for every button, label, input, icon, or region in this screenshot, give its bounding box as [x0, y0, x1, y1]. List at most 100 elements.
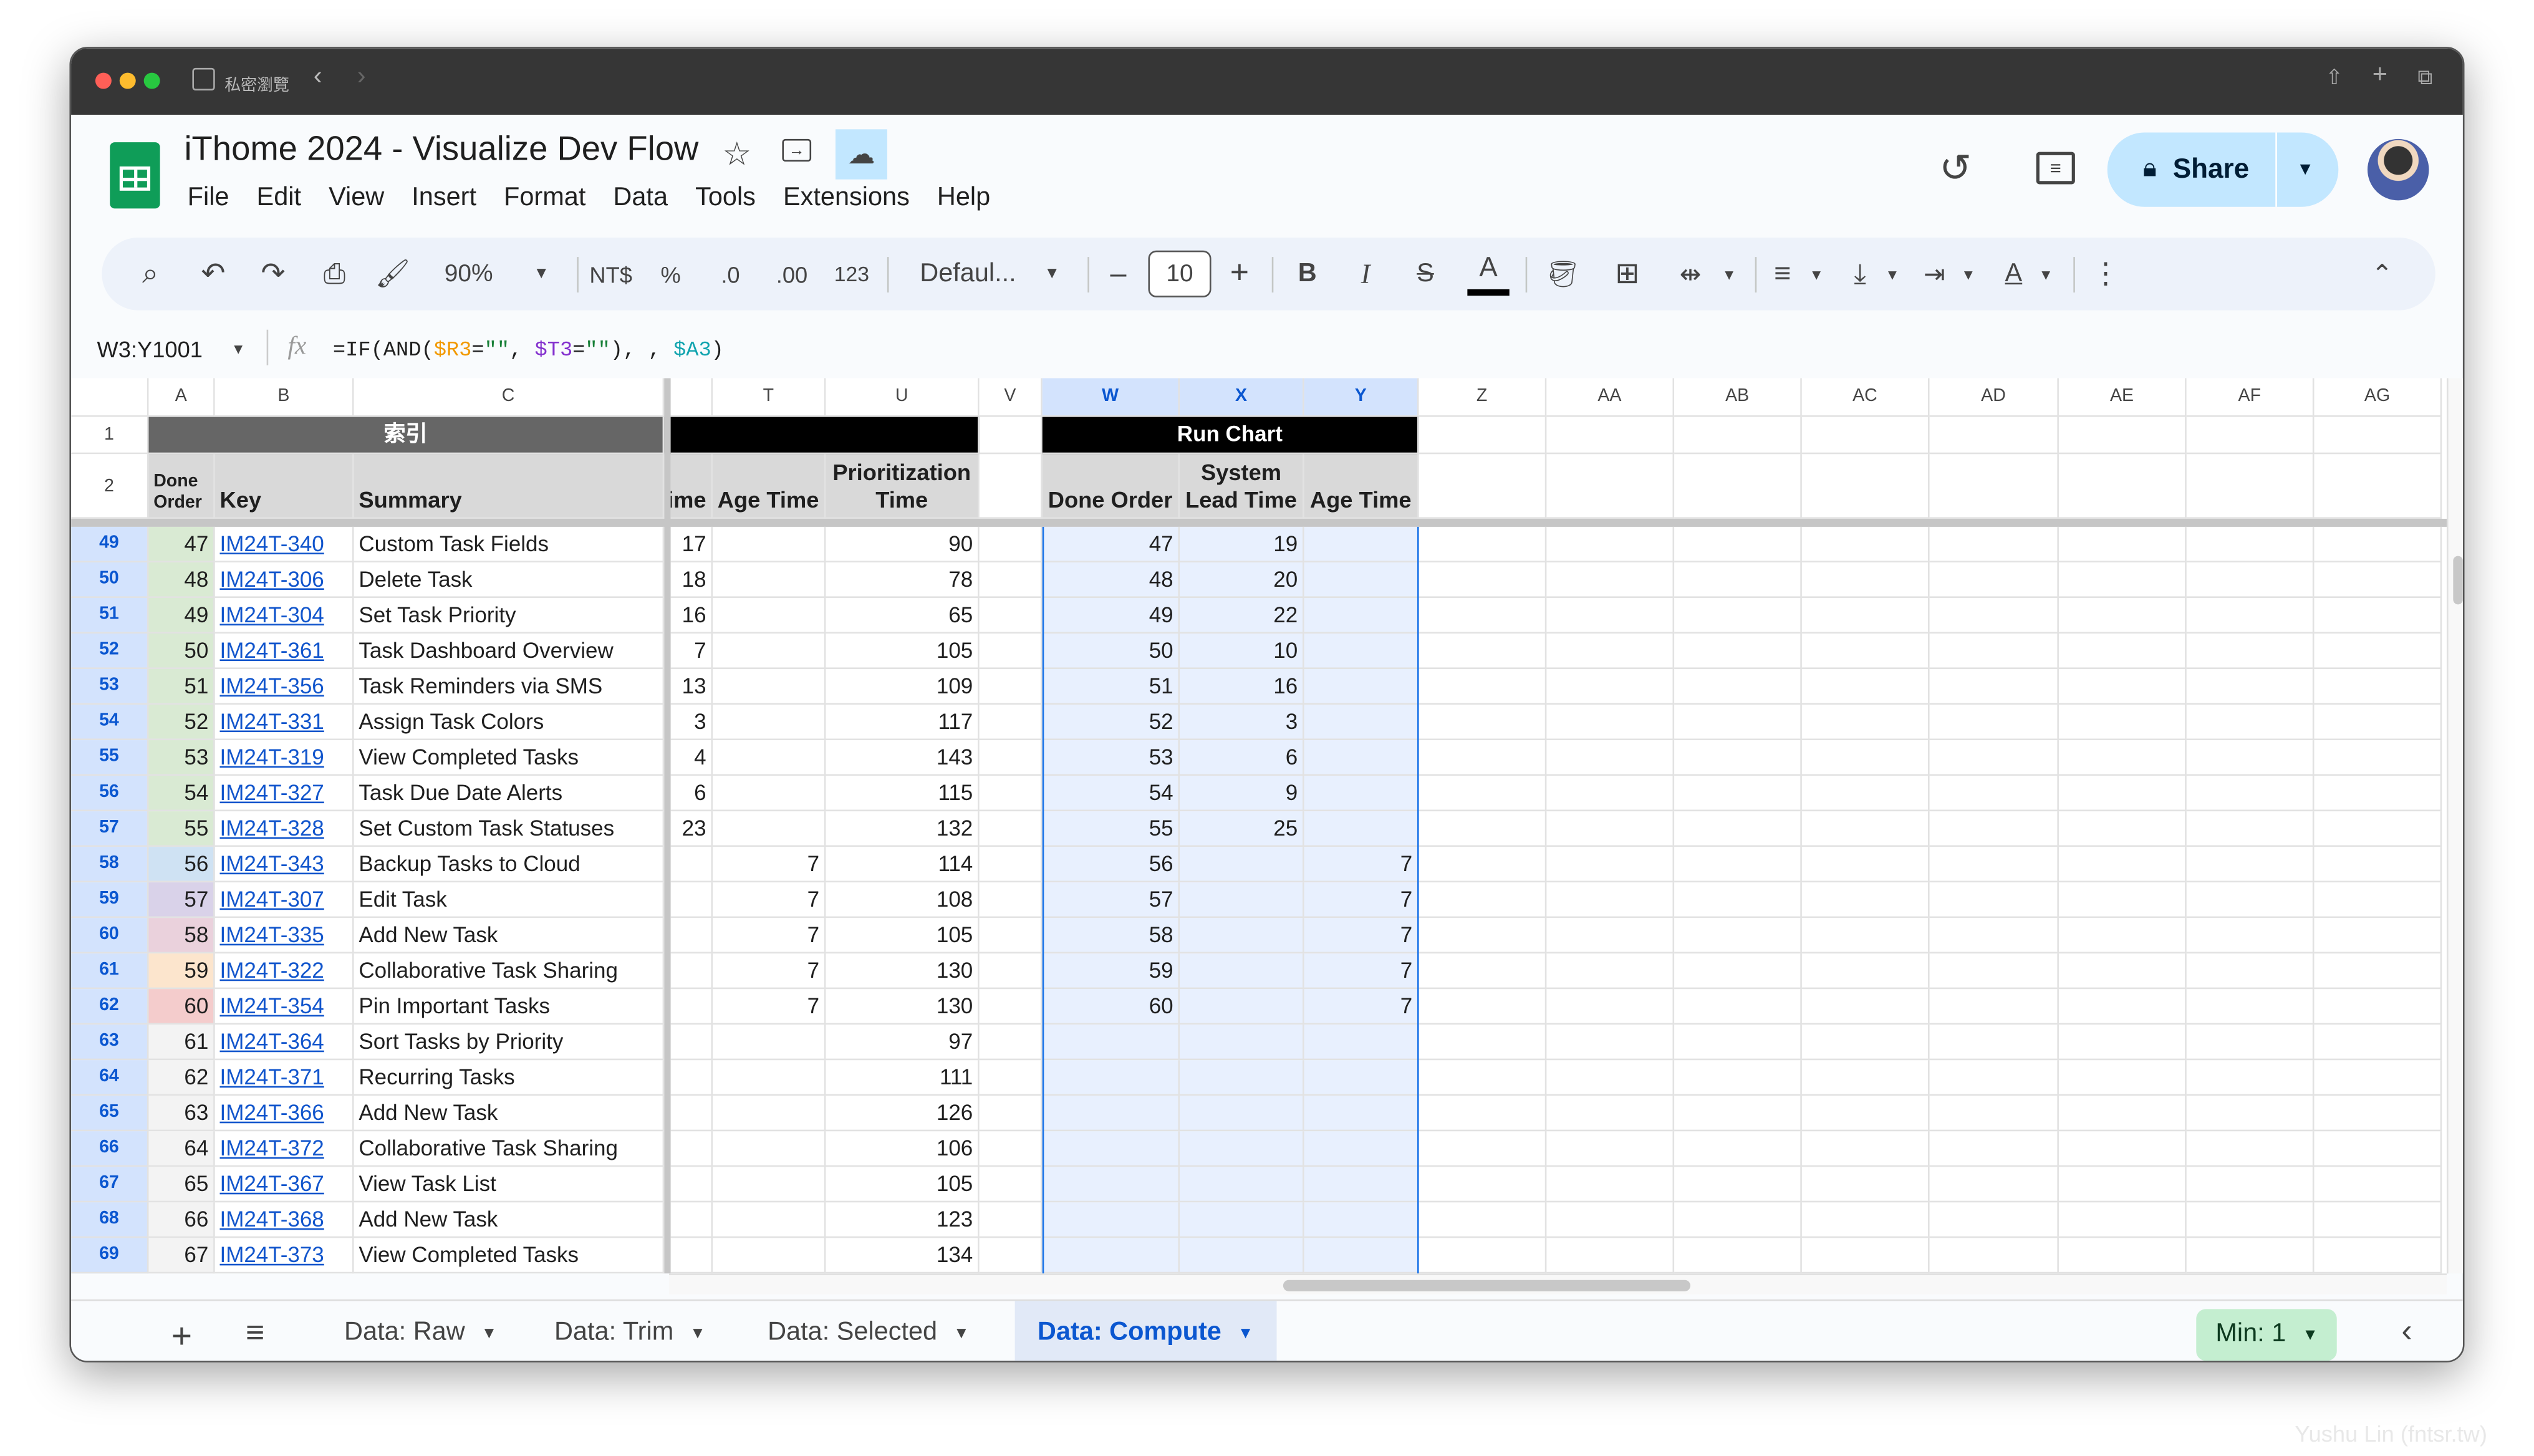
- cell-summary[interactable]: Edit Task: [354, 882, 665, 918]
- cell[interactable]: [2058, 953, 2187, 990]
- doc-title[interactable]: iThome 2024 - Visualize Dev Flow: [184, 131, 698, 170]
- cell-u[interactable]: 126: [826, 1096, 980, 1132]
- font-size-input[interactable]: 10: [1148, 250, 1212, 297]
- cell-u[interactable]: 115: [826, 776, 980, 812]
- cell-x[interactable]: [1180, 1096, 1304, 1132]
- cell[interactable]: [1546, 705, 1675, 741]
- more-options-icon[interactable]: ⋮: [2091, 238, 2121, 311]
- menu-file[interactable]: File: [188, 184, 229, 211]
- cell-u[interactable]: 143: [826, 740, 980, 776]
- vertical-scroll-thumb[interactable]: [2453, 556, 2463, 605]
- cell[interactable]: [1419, 705, 1547, 741]
- cell[interactable]: [1929, 526, 2059, 562]
- cell[interactable]: [979, 882, 1043, 918]
- cell-a[interactable]: 65: [148, 1167, 215, 1203]
- cell-x[interactable]: 3: [1180, 705, 1304, 741]
- cell[interactable]: [2314, 1202, 2442, 1238]
- cell-summary[interactable]: Task Due Date Alerts: [354, 776, 665, 812]
- cell-a[interactable]: 66: [148, 1202, 215, 1238]
- cell[interactable]: [979, 1025, 1043, 1061]
- cell[interactable]: [1674, 417, 1802, 455]
- text-wrapping-icon[interactable]: ⇥: [1924, 238, 1945, 311]
- cell[interactable]: [1929, 562, 2059, 598]
- cell[interactable]: [2058, 989, 2187, 1025]
- add-sheet-icon[interactable]: +: [171, 1316, 192, 1357]
- cell-w[interactable]: 60: [1042, 989, 1180, 1025]
- cell-a[interactable]: 50: [148, 633, 215, 670]
- cell-s[interactable]: [670, 1025, 713, 1061]
- header-b[interactable]: Key: [214, 454, 354, 519]
- cell[interactable]: [2314, 597, 2442, 634]
- cell-s[interactable]: 6: [670, 776, 713, 812]
- cell[interactable]: [1801, 1060, 1930, 1096]
- cell[interactable]: [1674, 1025, 1802, 1061]
- cell-summary[interactable]: Task Reminders via SMS: [354, 669, 665, 705]
- cell-w[interactable]: 55: [1042, 811, 1180, 847]
- cell-x[interactable]: [1180, 918, 1304, 954]
- cell-key[interactable]: IM24T-306: [214, 562, 354, 598]
- cell[interactable]: [1929, 918, 2059, 954]
- cell-w[interactable]: 47: [1042, 526, 1180, 562]
- header-w[interactable]: Done Order: [1042, 454, 1180, 519]
- cell-summary[interactable]: View Task List: [354, 1167, 665, 1203]
- row-header[interactable]: 58: [71, 847, 149, 883]
- cell[interactable]: [1419, 562, 1547, 598]
- cell-u[interactable]: 97: [826, 1025, 980, 1061]
- cell-t[interactable]: 7: [712, 989, 826, 1025]
- menu-extensions[interactable]: Extensions: [783, 184, 910, 211]
- cell-u[interactable]: 78: [826, 562, 980, 598]
- row-header[interactable]: 65: [71, 1096, 149, 1132]
- row-header[interactable]: 64: [71, 1060, 149, 1096]
- cell-y[interactable]: [1304, 1025, 1419, 1061]
- cell-w[interactable]: [1042, 1025, 1180, 1061]
- cell-s[interactable]: 4: [670, 740, 713, 776]
- cell[interactable]: [1419, 1025, 1547, 1061]
- cell[interactable]: [1674, 1096, 1802, 1132]
- cell-x[interactable]: [1180, 882, 1304, 918]
- cell[interactable]: [1546, 811, 1675, 847]
- cell-w[interactable]: [1042, 1131, 1180, 1167]
- formula-input[interactable]: =IF(AND($R3="", $T3=""), , $A3): [333, 338, 724, 362]
- merge-cells-icon[interactable]: ⇹: [1680, 238, 1702, 311]
- cell-key[interactable]: IM24T-368: [214, 1202, 354, 1238]
- cell-a[interactable]: 54: [148, 776, 215, 812]
- cell[interactable]: [2186, 1238, 2315, 1274]
- cell[interactable]: [1546, 1025, 1675, 1061]
- cell-y[interactable]: 7: [1304, 989, 1419, 1025]
- cell[interactable]: [979, 740, 1043, 776]
- cell-key[interactable]: IM24T-366: [214, 1096, 354, 1132]
- merge-dropdown-icon[interactable]: ▼: [1722, 238, 1737, 311]
- vertical-scrollbar[interactable]: [2446, 378, 2463, 1274]
- cell[interactable]: [1929, 811, 2059, 847]
- cell-a[interactable]: 59: [148, 953, 215, 990]
- select-all-corner[interactable]: [71, 378, 149, 417]
- cell-u[interactable]: 123: [826, 1202, 980, 1238]
- menu-tools[interactable]: Tools: [695, 184, 756, 211]
- tab-menu-icon[interactable]: ▼: [690, 1324, 706, 1343]
- minimize-window-button[interactable]: [119, 72, 136, 89]
- issue-key-link[interactable]: IM24T-367: [219, 1172, 324, 1196]
- cell-t[interactable]: [712, 740, 826, 776]
- cell[interactable]: [2186, 989, 2315, 1025]
- tab-data-compute[interactable]: Data: Compute ▼: [1014, 1301, 1276, 1361]
- column-header-a[interactable]: A: [148, 378, 215, 417]
- cell-a[interactable]: 55: [148, 811, 215, 847]
- cell[interactable]: [1801, 1131, 1930, 1167]
- cell-key[interactable]: IM24T-307: [214, 882, 354, 918]
- cell[interactable]: [1419, 1167, 1547, 1203]
- cell-y[interactable]: 7: [1304, 882, 1419, 918]
- cell-key[interactable]: IM24T-335: [214, 918, 354, 954]
- cell-summary[interactable]: Set Custom Task Statuses: [354, 811, 665, 847]
- cell[interactable]: [1929, 1202, 2059, 1238]
- cell-s[interactable]: [670, 882, 713, 918]
- cell-s[interactable]: [670, 953, 713, 990]
- cell-x[interactable]: [1180, 989, 1304, 1025]
- cell-key[interactable]: IM24T-372: [214, 1131, 354, 1167]
- font-select[interactable]: Defaul...: [920, 238, 1016, 311]
- cell-summary[interactable]: Task Dashboard Overview: [354, 633, 665, 670]
- cell[interactable]: [1419, 1060, 1547, 1096]
- cell[interactable]: [2186, 597, 2315, 634]
- cell-s[interactable]: [670, 1238, 713, 1274]
- cell[interactable]: [979, 953, 1043, 990]
- column-header-ac[interactable]: AC: [1801, 378, 1930, 417]
